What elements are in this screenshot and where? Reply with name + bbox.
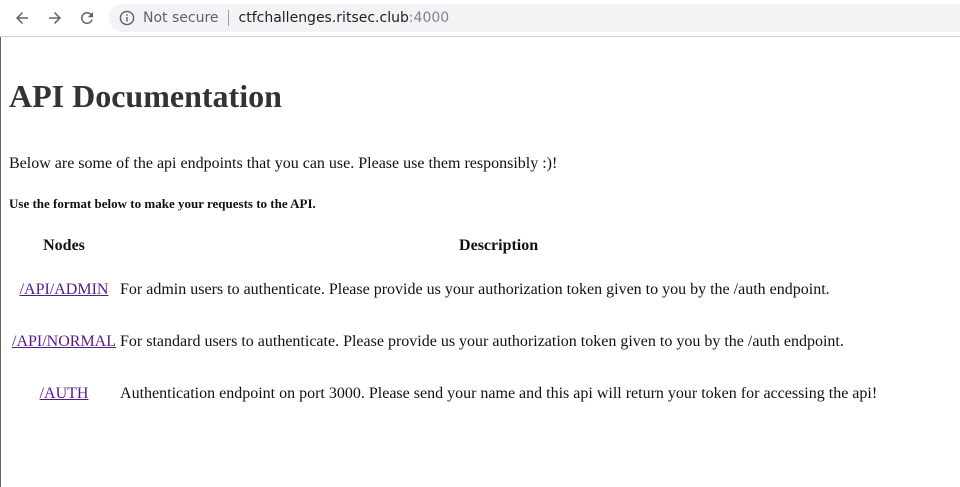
node-cell: /AUTH <box>11 369 117 419</box>
omnibox-divider <box>227 10 229 26</box>
url-host[interactable]: ctfchallenges.ritsec.club <box>239 10 409 26</box>
table-row: /AUTH Authentication endpoint on port 30… <box>11 369 878 419</box>
reload-icon <box>80 11 93 24</box>
table-header-row: Nodes Description <box>11 229 878 263</box>
window-edge <box>0 37 1 487</box>
description-cell: For standard users to authenticate. Plea… <box>120 333 844 350</box>
node-cell: /API/ADMIN <box>11 265 117 315</box>
endpoint-link-admin[interactable]: /API/ADMIN <box>20 281 109 298</box>
table-row: /API/ADMIN For admin users to authentica… <box>11 265 878 315</box>
format-note: Use the format below to make your reques… <box>9 196 316 211</box>
url-port[interactable]: :4000 <box>409 10 449 26</box>
forward-button[interactable] <box>43 6 67 30</box>
info-icon[interactable] <box>119 10 135 26</box>
description-cell: For admin users to authenticate. Please … <box>120 281 830 298</box>
page-title: API Documentation <box>9 78 282 114</box>
address-bar[interactable]: Not secure ctfchallenges.ritsec.club:400… <box>109 4 960 32</box>
node-cell: /API/NORMAL <box>11 317 117 367</box>
security-label[interactable]: Not secure <box>143 10 219 26</box>
intro-text: Below are some of the api endpoints that… <box>9 155 558 172</box>
arrow-right-icon <box>49 12 61 24</box>
header-nodes: Nodes <box>43 237 85 254</box>
endpoint-link-auth[interactable]: /AUTH <box>40 385 89 402</box>
reload-button[interactable] <box>75 6 99 30</box>
back-button[interactable] <box>10 6 34 30</box>
description-cell: Authentication endpoint on port 3000. Pl… <box>120 385 878 402</box>
arrow-left-icon <box>16 12 28 24</box>
endpoint-link-normal[interactable]: /API/NORMAL <box>12 333 116 350</box>
endpoints-table: Nodes Description /API/ADMIN For admin u… <box>9 227 880 421</box>
header-description: Description <box>459 237 539 254</box>
table-row: /API/NORMAL For standard users to authen… <box>11 317 878 367</box>
browser-toolbar: Not secure ctfchallenges.ritsec.club:400… <box>0 0 960 37</box>
